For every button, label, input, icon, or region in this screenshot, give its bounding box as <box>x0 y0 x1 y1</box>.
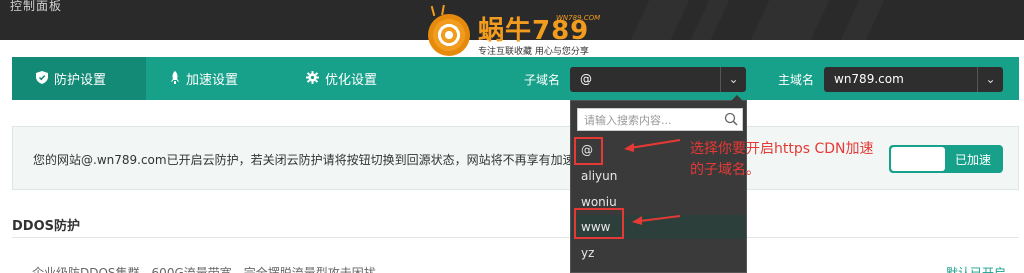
logo-slogan: 专注互联收藏 用心与您分享 <box>478 47 589 57</box>
ddos-description: 企业级防DDOS集群，600G流量带宽，完全摆脱流量型攻击困扰 <box>32 266 376 273</box>
highlight-box <box>574 137 603 165</box>
acceleration-toggle[interactable]: 已加速 <box>889 145 1003 173</box>
protection-status-text: 您的网站@.wn789.com已开启云防护，若关闭云防护请将按钮切换到回源状态，… <box>33 153 587 167</box>
tab-acceleration[interactable]: 加速设置 <box>170 57 238 100</box>
settings-nav-bar: 防护设置 加速设置 优化设置 子域名 @ ⌄ 主域名 wn789.com ⌄ <box>12 57 1019 100</box>
chevron-down-icon[interactable]: ⌄ <box>977 67 1003 92</box>
highlight-box <box>574 208 624 239</box>
shield-icon <box>36 70 48 87</box>
dropdown-search-input[interactable] <box>578 110 718 131</box>
main-domain-select[interactable]: wn789.com ⌄ <box>824 67 1003 92</box>
site-logo[interactable]: 蜗牛789 WN789.COM 专注互联收藏 用心与您分享 <box>420 10 620 60</box>
ddos-section-title: DDOS防护 <box>12 219 80 234</box>
divider <box>12 237 1019 238</box>
tab-optimization[interactable]: 优化设置 <box>306 57 377 100</box>
toggle-knob <box>891 147 945 171</box>
dropdown-search <box>577 108 743 131</box>
annotation-line-2: 的子域名。 <box>690 162 760 178</box>
subdomain-select[interactable]: @ ⌄ <box>570 67 746 92</box>
tab-protection-label: 防护设置 <box>54 73 107 88</box>
chevron-down-icon[interactable]: ⌄ <box>720 67 746 92</box>
tab-protection[interactable]: 防护设置 <box>12 57 146 100</box>
toggle-label: 已加速 <box>955 153 992 167</box>
annotation-text: 选择你要开启https CDN加速 的子域名。 <box>690 139 874 181</box>
header-title: 控制面板 <box>10 0 63 13</box>
tab-optimization-label: 优化设置 <box>325 73 378 88</box>
main-domain-value: wn789.com <box>834 72 904 86</box>
snail-logo-icon <box>428 14 470 56</box>
rocket-icon <box>170 70 180 87</box>
search-icon[interactable] <box>724 112 738 126</box>
gear-icon <box>306 70 319 87</box>
ddos-status-link[interactable]: 默认已开启 <box>946 264 1006 273</box>
dropdown-caret <box>731 95 743 101</box>
subdomain-option[interactable]: yz <box>571 241 746 265</box>
annotation-line-1: 选择你要开启https CDN加速 <box>690 141 874 157</box>
subdomain-value: @ <box>580 72 592 86</box>
page: 控制面板 蜗牛789 WN789.COM 专注互联收藏 用心与您分享 防护设置 … <box>0 0 1024 273</box>
logo-domain: WN789.COM <box>556 14 601 22</box>
tab-acceleration-label: 加速设置 <box>186 73 239 88</box>
main-domain-label: 主域名 <box>778 73 815 87</box>
subdomain-label: 子域名 <box>524 73 561 87</box>
annotation-arrows <box>624 139 681 225</box>
